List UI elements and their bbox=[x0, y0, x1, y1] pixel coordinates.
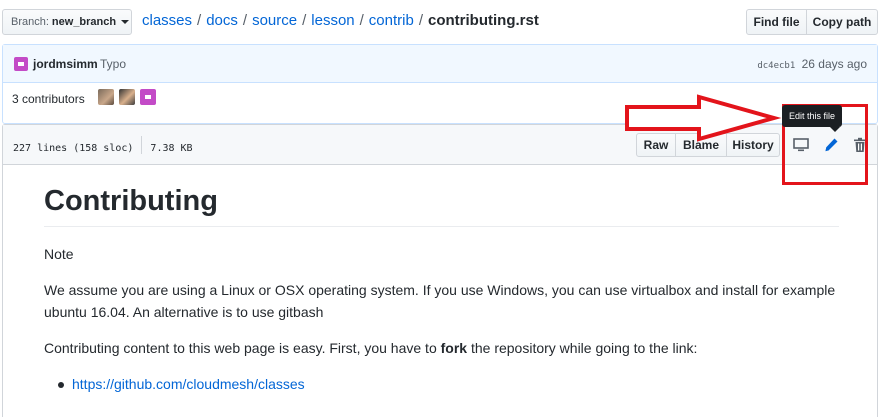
commit-sha-link[interactable]: dc4ecb1 bbox=[757, 61, 795, 71]
copy-path-button[interactable]: Copy path bbox=[806, 9, 878, 35]
page-title: Contributing bbox=[44, 185, 839, 227]
readme-content: Contributing Note We assume you are usin… bbox=[44, 185, 839, 395]
breadcrumb-separator: / bbox=[418, 12, 423, 29]
repository-link[interactable]: https://github.com/cloudmesh/classes bbox=[72, 376, 305, 392]
paragraph-text: the repository while going to the link: bbox=[467, 340, 698, 356]
link-list: https://github.com/cloudmesh/classes bbox=[44, 373, 839, 395]
commit-meta: dc4ecb1 26 days ago bbox=[757, 57, 867, 71]
breadcrumb-contrib[interactable]: contrib bbox=[369, 12, 414, 29]
file-viewer: 227 lines (158 sloc) 7.38 KB Raw Blame Hi… bbox=[2, 124, 878, 417]
contributors-count-link[interactable]: 3 contributors bbox=[12, 92, 85, 106]
contributor-avatar[interactable] bbox=[119, 89, 135, 105]
file-info: 227 lines (158 sloc) 7.38 KB bbox=[13, 136, 193, 157]
breadcrumb-separator: / bbox=[197, 12, 202, 29]
latest-commit-row: jordmsimm Typo dc4ecb1 26 days ago bbox=[3, 45, 877, 83]
commit-author-link[interactable]: jordmsimm bbox=[33, 57, 98, 71]
commit-time: 26 days ago bbox=[801, 57, 867, 71]
contributor-avatar[interactable] bbox=[98, 89, 114, 105]
file-lines: 227 lines (158 sloc) bbox=[13, 143, 134, 154]
fork-bold-text: fork bbox=[440, 340, 468, 356]
note-paragraph: Note bbox=[44, 246, 74, 262]
caret-down-icon bbox=[121, 20, 130, 24]
divider bbox=[141, 136, 143, 154]
breadcrumb-separator: / bbox=[242, 12, 248, 29]
file-size: 7.38 KB bbox=[150, 143, 193, 154]
breadcrumb-docs[interactable]: docs bbox=[206, 12, 238, 29]
branch-select-button[interactable]: Branch: new_branch bbox=[2, 9, 132, 35]
contributor-avatar[interactable] bbox=[140, 89, 156, 105]
breadcrumb: classes / docs / source / lesson / contrib / contr… bbox=[142, 12, 539, 29]
commit-message-link[interactable]: Typo bbox=[100, 57, 126, 71]
red-arrow-annotation bbox=[625, 94, 782, 142]
intro-paragraph: We assume you are using a Linux or OSX o… bbox=[44, 282, 836, 320]
breadcrumb-lesson[interactable]: lesson bbox=[311, 12, 354, 29]
branch-name: new_branch bbox=[51, 16, 117, 28]
breadcrumb-file-name: contributing.rst bbox=[428, 12, 539, 29]
breadcrumb-source[interactable]: source bbox=[252, 12, 297, 29]
contributing-paragraph: Contributing content to this web page is… bbox=[44, 337, 839, 359]
file-navigation: Branch: new_branch classes / docs / source / l… bbox=[0, 0, 882, 44]
breadcrumb-separator: / bbox=[359, 12, 364, 29]
list-item: https://github.com/cloudmesh/classes bbox=[58, 373, 839, 395]
breadcrumb-classes[interactable]: classes bbox=[142, 12, 192, 29]
breadcrumb-separator: / bbox=[302, 12, 307, 29]
find-file-button[interactable]: Find file bbox=[746, 9, 807, 35]
paragraph-text: Contributing content to this web page is… bbox=[44, 340, 441, 356]
branch-prefix: Branch: bbox=[11, 16, 49, 28]
edit-file-tooltip: Edit this file bbox=[782, 105, 843, 132]
author-avatar[interactable] bbox=[14, 57, 28, 71]
